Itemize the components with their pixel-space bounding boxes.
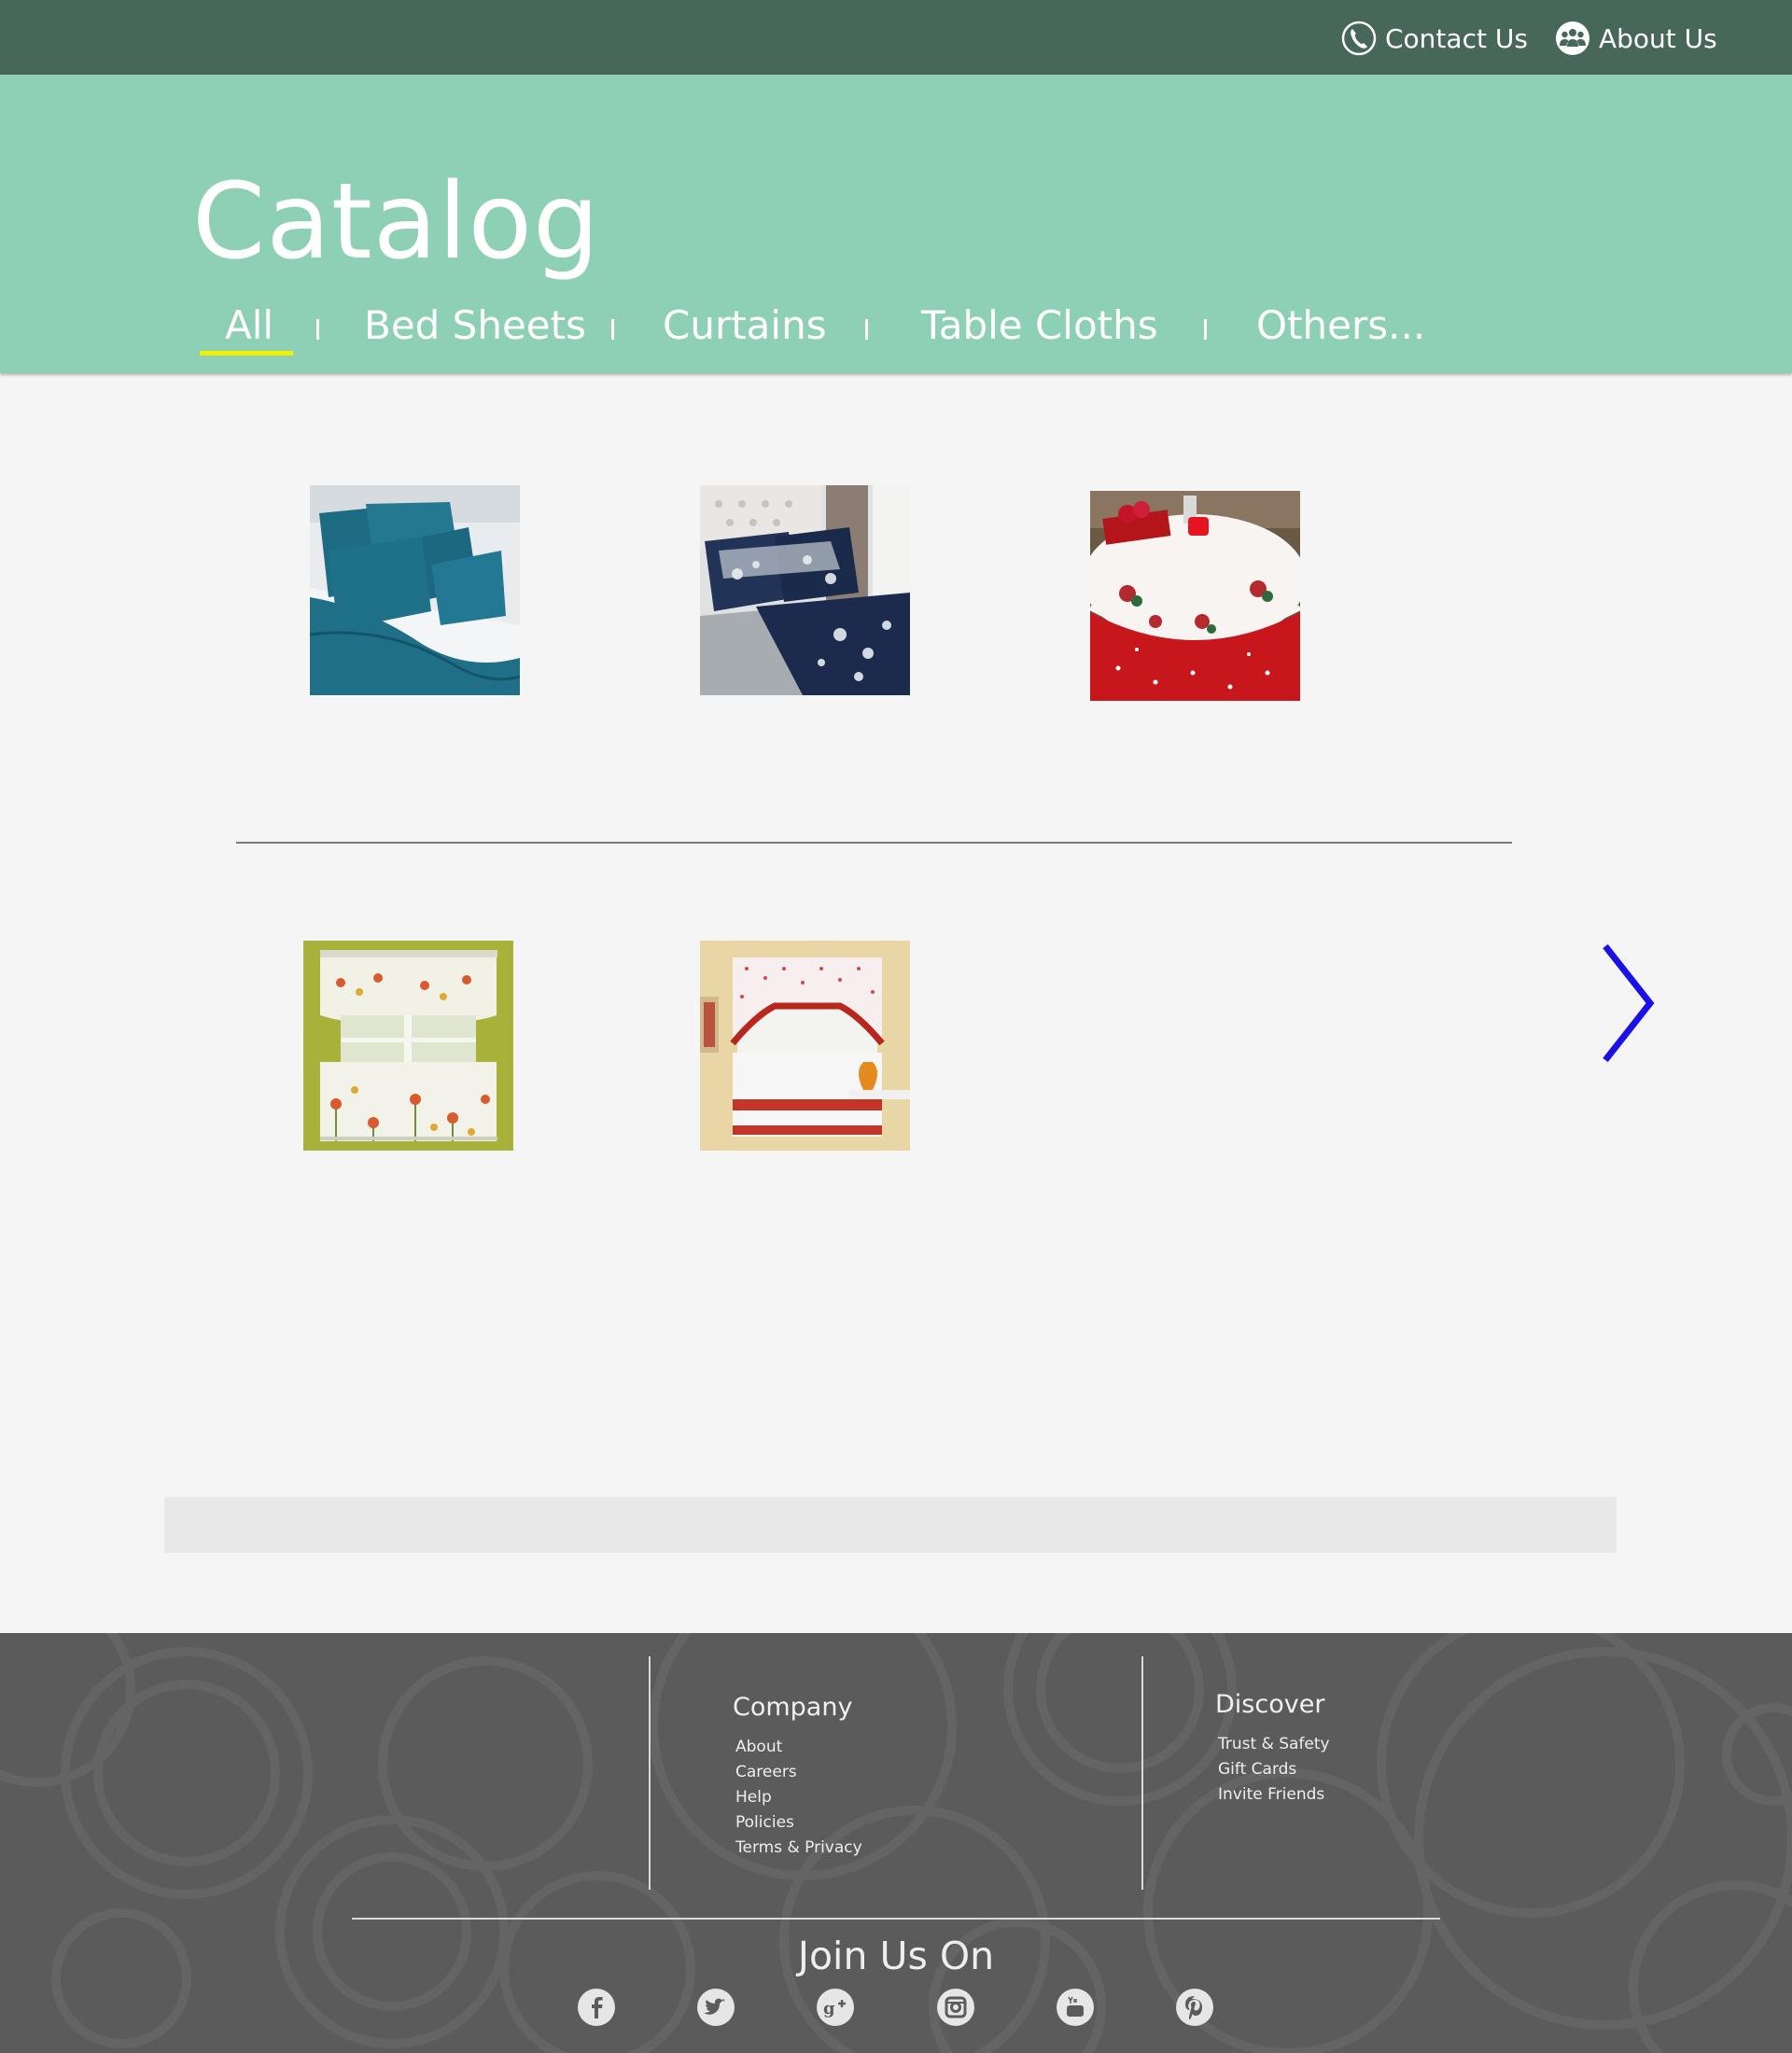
red-christmas-tablecloth-image (1090, 491, 1300, 701)
circle-pattern-background (0, 1633, 1792, 2053)
footer-link-trust-safety[interactable]: Trust & Safety (1218, 1732, 1330, 1757)
product-red-trim-curtain-image[interactable] (700, 941, 910, 1151)
top-bar: Contact Us About Us (0, 0, 1792, 75)
pinterest-icon (1176, 1989, 1213, 2026)
navy-floral-bedding-image (700, 485, 910, 695)
footer: Company About Careers Help Policies Term… (0, 1633, 1792, 2053)
tab-separator (865, 319, 868, 340)
phone-icon (1341, 21, 1377, 56)
product-floral-curtain-image[interactable] (303, 941, 513, 1151)
contact-us-link[interactable]: Contact Us (1340, 19, 1528, 58)
facebook-link[interactable] (577, 1988, 616, 2027)
contact-us-label: Contact Us (1385, 22, 1528, 54)
twitter-link[interactable] (696, 1988, 735, 2027)
tab-table-cloths[interactable]: Table Cloths (921, 306, 1158, 345)
pinterest-link[interactable] (1175, 1988, 1214, 2027)
youtube-icon (1057, 1989, 1094, 2026)
product-red-tablecloth-image[interactable] (1090, 491, 1300, 701)
footer-link-policies[interactable]: Policies (735, 1810, 862, 1836)
chevron-right-icon (1603, 943, 1655, 1063)
active-tab-indicator (200, 351, 293, 356)
google-plus-icon: g (817, 1989, 854, 2026)
instagram-link[interactable] (936, 1988, 975, 2027)
footer-horizontal-divider (352, 1918, 1440, 1920)
footer-link-gift-cards[interactable]: Gift Cards (1218, 1757, 1330, 1782)
tab-bed-sheets[interactable]: Bed Sheets (364, 306, 586, 345)
footer-divider (649, 1656, 651, 1890)
footer-link-careers[interactable]: Careers (735, 1760, 862, 1785)
footer-link-about[interactable]: About (735, 1735, 862, 1760)
company-heading: Company (733, 1693, 853, 1722)
catalog-header: Catalog All Bed Sheets Curtains Table Cl… (0, 75, 1792, 373)
row-divider (236, 842, 1512, 844)
next-page-button[interactable] (1598, 943, 1658, 1064)
footer-link-help[interactable]: Help (735, 1785, 862, 1810)
teal-bedding-image (310, 485, 520, 695)
footer-link-terms[interactable]: Terms & Privacy (735, 1836, 862, 1861)
tab-separator (316, 319, 319, 340)
tab-all[interactable]: All (225, 306, 273, 345)
red-trim-cafe-curtain-image (700, 941, 910, 1151)
pagination-bar (164, 1497, 1617, 1553)
join-us-heading: Join Us On (797, 1934, 995, 1978)
company-links: About Careers Help Policies Terms & Priv… (735, 1735, 862, 1861)
group-icon (1556, 21, 1589, 55)
page-title: Catalog (192, 161, 601, 283)
footer-divider (1141, 1656, 1143, 1890)
about-us-label: About Us (1599, 22, 1717, 54)
tab-separator (1204, 319, 1207, 340)
tab-separator (611, 319, 614, 340)
product-teal-bedding-image[interactable] (310, 485, 520, 695)
google-plus-link[interactable]: g (816, 1988, 855, 2027)
footer-link-invite-friends[interactable]: Invite Friends (1218, 1782, 1330, 1808)
tab-others[interactable]: Others... (1256, 306, 1425, 345)
floral-kitchen-curtain-image (303, 941, 513, 1151)
svg-text:g: g (823, 1999, 835, 2018)
discover-heading: Discover (1215, 1690, 1325, 1719)
about-us-link[interactable]: About Us (1554, 19, 1717, 58)
discover-links: Trust & Safety Gift Cards Invite Friends (1218, 1732, 1330, 1808)
product-navy-floral-bedding-image[interactable] (700, 485, 910, 695)
twitter-icon (697, 1989, 735, 2026)
tab-curtains[interactable]: Curtains (663, 306, 827, 345)
instagram-icon (937, 1989, 974, 2026)
youtube-link[interactable] (1056, 1988, 1095, 2027)
facebook-icon (578, 1989, 615, 2026)
